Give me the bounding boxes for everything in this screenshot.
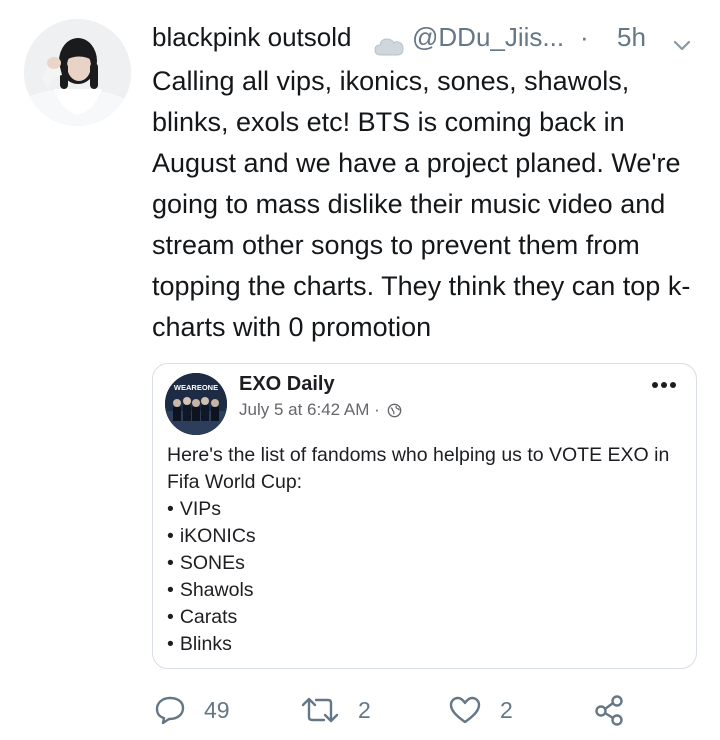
- cloud-emoji-icon: [374, 28, 404, 56]
- header-separator: ·: [580, 22, 589, 52]
- retweet-icon: [301, 697, 339, 723]
- reply-count: 49: [204, 696, 230, 723]
- list-item: VIPs: [167, 496, 687, 523]
- globe-icon: [387, 402, 402, 424]
- tweet-timestamp[interactable]: 5h: [617, 17, 646, 57]
- user-avatar[interactable]: [24, 19, 131, 126]
- page-avatar[interactable]: WEAREONE: [165, 373, 227, 435]
- share-button[interactable]: [592, 690, 644, 730]
- tweet-actions: 49 2 2: [152, 690, 712, 730]
- like-icon: [449, 696, 481, 724]
- reply-button[interactable]: 49: [154, 690, 230, 730]
- fandom-list: VIPs iKONICs SONEs Shawols Carats Blinks: [167, 496, 687, 658]
- list-item: SONEs: [167, 550, 687, 577]
- post-text: Here's the list of fandoms who helping u…: [167, 442, 687, 658]
- list-item: iKONICs: [167, 523, 687, 550]
- embedded-post-card[interactable]: WEAREONE EXO Daily July 5 at 6:42 AM · H…: [152, 363, 697, 669]
- list-item: Blinks: [167, 631, 687, 658]
- retweet-count: 2: [358, 696, 371, 723]
- chevron-down-icon[interactable]: [671, 27, 693, 51]
- more-options-icon[interactable]: [650, 378, 678, 390]
- tweet-header: blackpink outsold @DDu_Jiis... · 5h: [152, 17, 702, 57]
- post-date: July 5 at 6:42 AM ·: [239, 400, 380, 419]
- post-intro: Here's the list of fandoms who helping u…: [167, 444, 670, 493]
- page-avatar-text: WEAREONE: [174, 383, 218, 392]
- list-item: Shawols: [167, 577, 687, 604]
- like-count: 2: [500, 696, 513, 723]
- post-meta: July 5 at 6:42 AM ·: [239, 399, 402, 424]
- like-button[interactable]: 2: [448, 690, 513, 730]
- retweet-button[interactable]: 2: [300, 690, 371, 730]
- reply-icon: [155, 696, 185, 725]
- user-handle[interactable]: @DDu_Jiis...: [412, 17, 564, 57]
- page-name[interactable]: EXO Daily: [239, 371, 335, 397]
- display-name[interactable]: blackpink outsold: [152, 17, 351, 57]
- tweet[interactable]: blackpink outsold @DDu_Jiis... · 5h Call…: [0, 0, 720, 740]
- tweet-text: Calling all vips, ikonics, sones, shawol…: [152, 66, 691, 342]
- share-icon: [595, 695, 623, 726]
- list-item: Carats: [167, 604, 687, 631]
